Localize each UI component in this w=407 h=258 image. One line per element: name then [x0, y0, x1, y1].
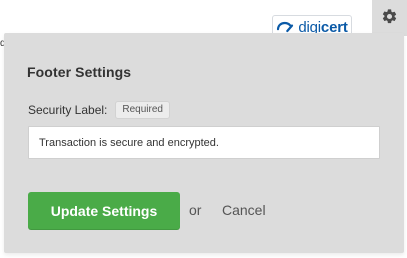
- digicert-logo-icon: [276, 21, 294, 33]
- security-label-row: Security Label: Required: [28, 101, 170, 119]
- update-settings-button[interactable]: Update Settings: [28, 192, 180, 230]
- or-text: or: [189, 202, 202, 218]
- panel-title: Footer Settings: [27, 64, 132, 80]
- required-badge: Required: [115, 101, 170, 119]
- gear-icon: [381, 8, 398, 28]
- settings-gear-button[interactable]: [372, 0, 407, 36]
- footer-settings-panel: Footer Settings Security Label: Required…: [4, 33, 404, 253]
- cancel-link[interactable]: Cancel: [222, 202, 266, 218]
- security-label-text: Security Label:: [28, 103, 108, 117]
- security-label-input[interactable]: [28, 126, 380, 159]
